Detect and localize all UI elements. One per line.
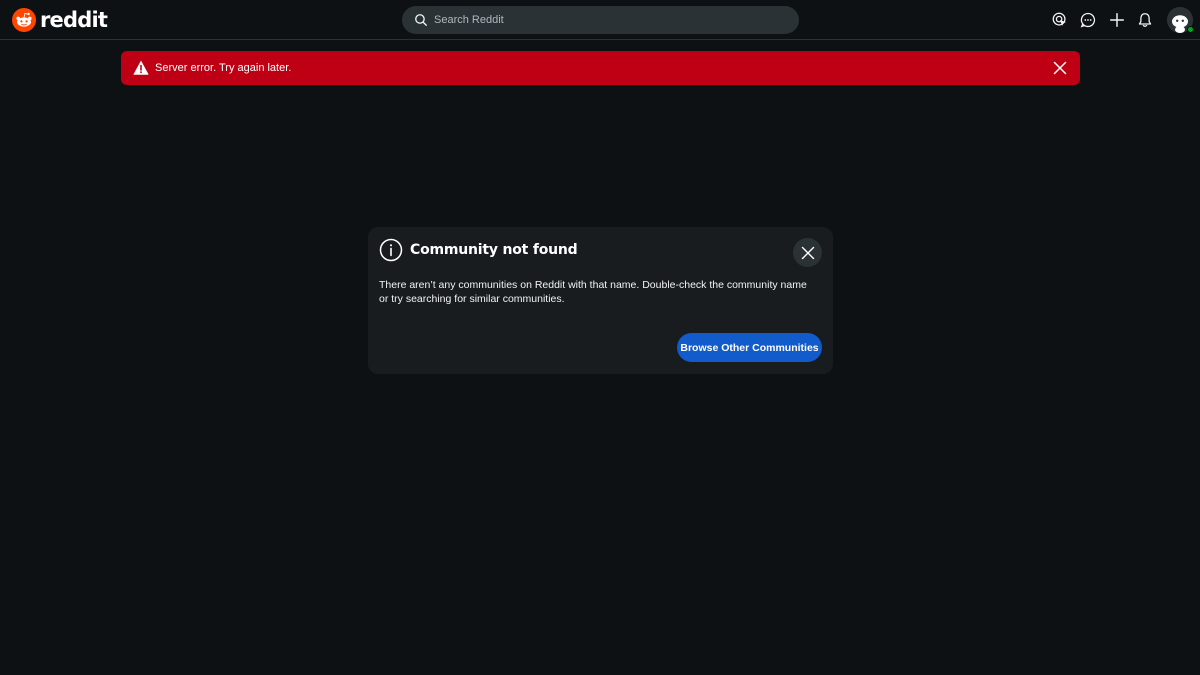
user-avatar[interactable]: [1167, 7, 1194, 33]
search-bar[interactable]: [402, 6, 799, 34]
reddit-home-link[interactable]: reddit: [12, 7, 108, 33]
reddit-wordmark: reddit: [40, 8, 108, 32]
notifications-button[interactable]: [1134, 9, 1156, 31]
error-toast: Server error. Try again later.: [121, 51, 1080, 85]
community-not-found-dialog: Community not found There aren’t any com…: [368, 227, 833, 374]
reddit-logo-icon: [12, 8, 36, 32]
advertise-button[interactable]: [1049, 9, 1071, 31]
create-post-button[interactable]: [1106, 9, 1128, 31]
dismiss-error-button[interactable]: [1049, 57, 1071, 79]
error-message: Server error. Try again later.: [155, 62, 292, 74]
create-plus-icon: [1109, 12, 1125, 28]
warning-icon: [133, 60, 149, 75]
advertise-icon: [1052, 12, 1066, 26]
notification-bell-icon: [1138, 13, 1152, 27]
top-navbar: reddit: [0, 0, 1200, 40]
chat-icon: [1080, 12, 1096, 28]
close-icon: [1053, 61, 1067, 75]
chat-button[interactable]: [1077, 9, 1099, 31]
dialog-close-button[interactable]: [793, 238, 822, 267]
info-icon: [379, 238, 403, 262]
close-icon: [801, 246, 814, 259]
search-input[interactable]: [434, 10, 774, 30]
browse-other-communities-button[interactable]: Browse Other Communities: [677, 333, 822, 362]
online-status-dot: [1187, 26, 1194, 33]
dialog-message: There aren’t any communities on Reddit w…: [379, 279, 807, 305]
dialog-title: Community not found: [410, 242, 578, 258]
search-icon: [415, 14, 427, 26]
